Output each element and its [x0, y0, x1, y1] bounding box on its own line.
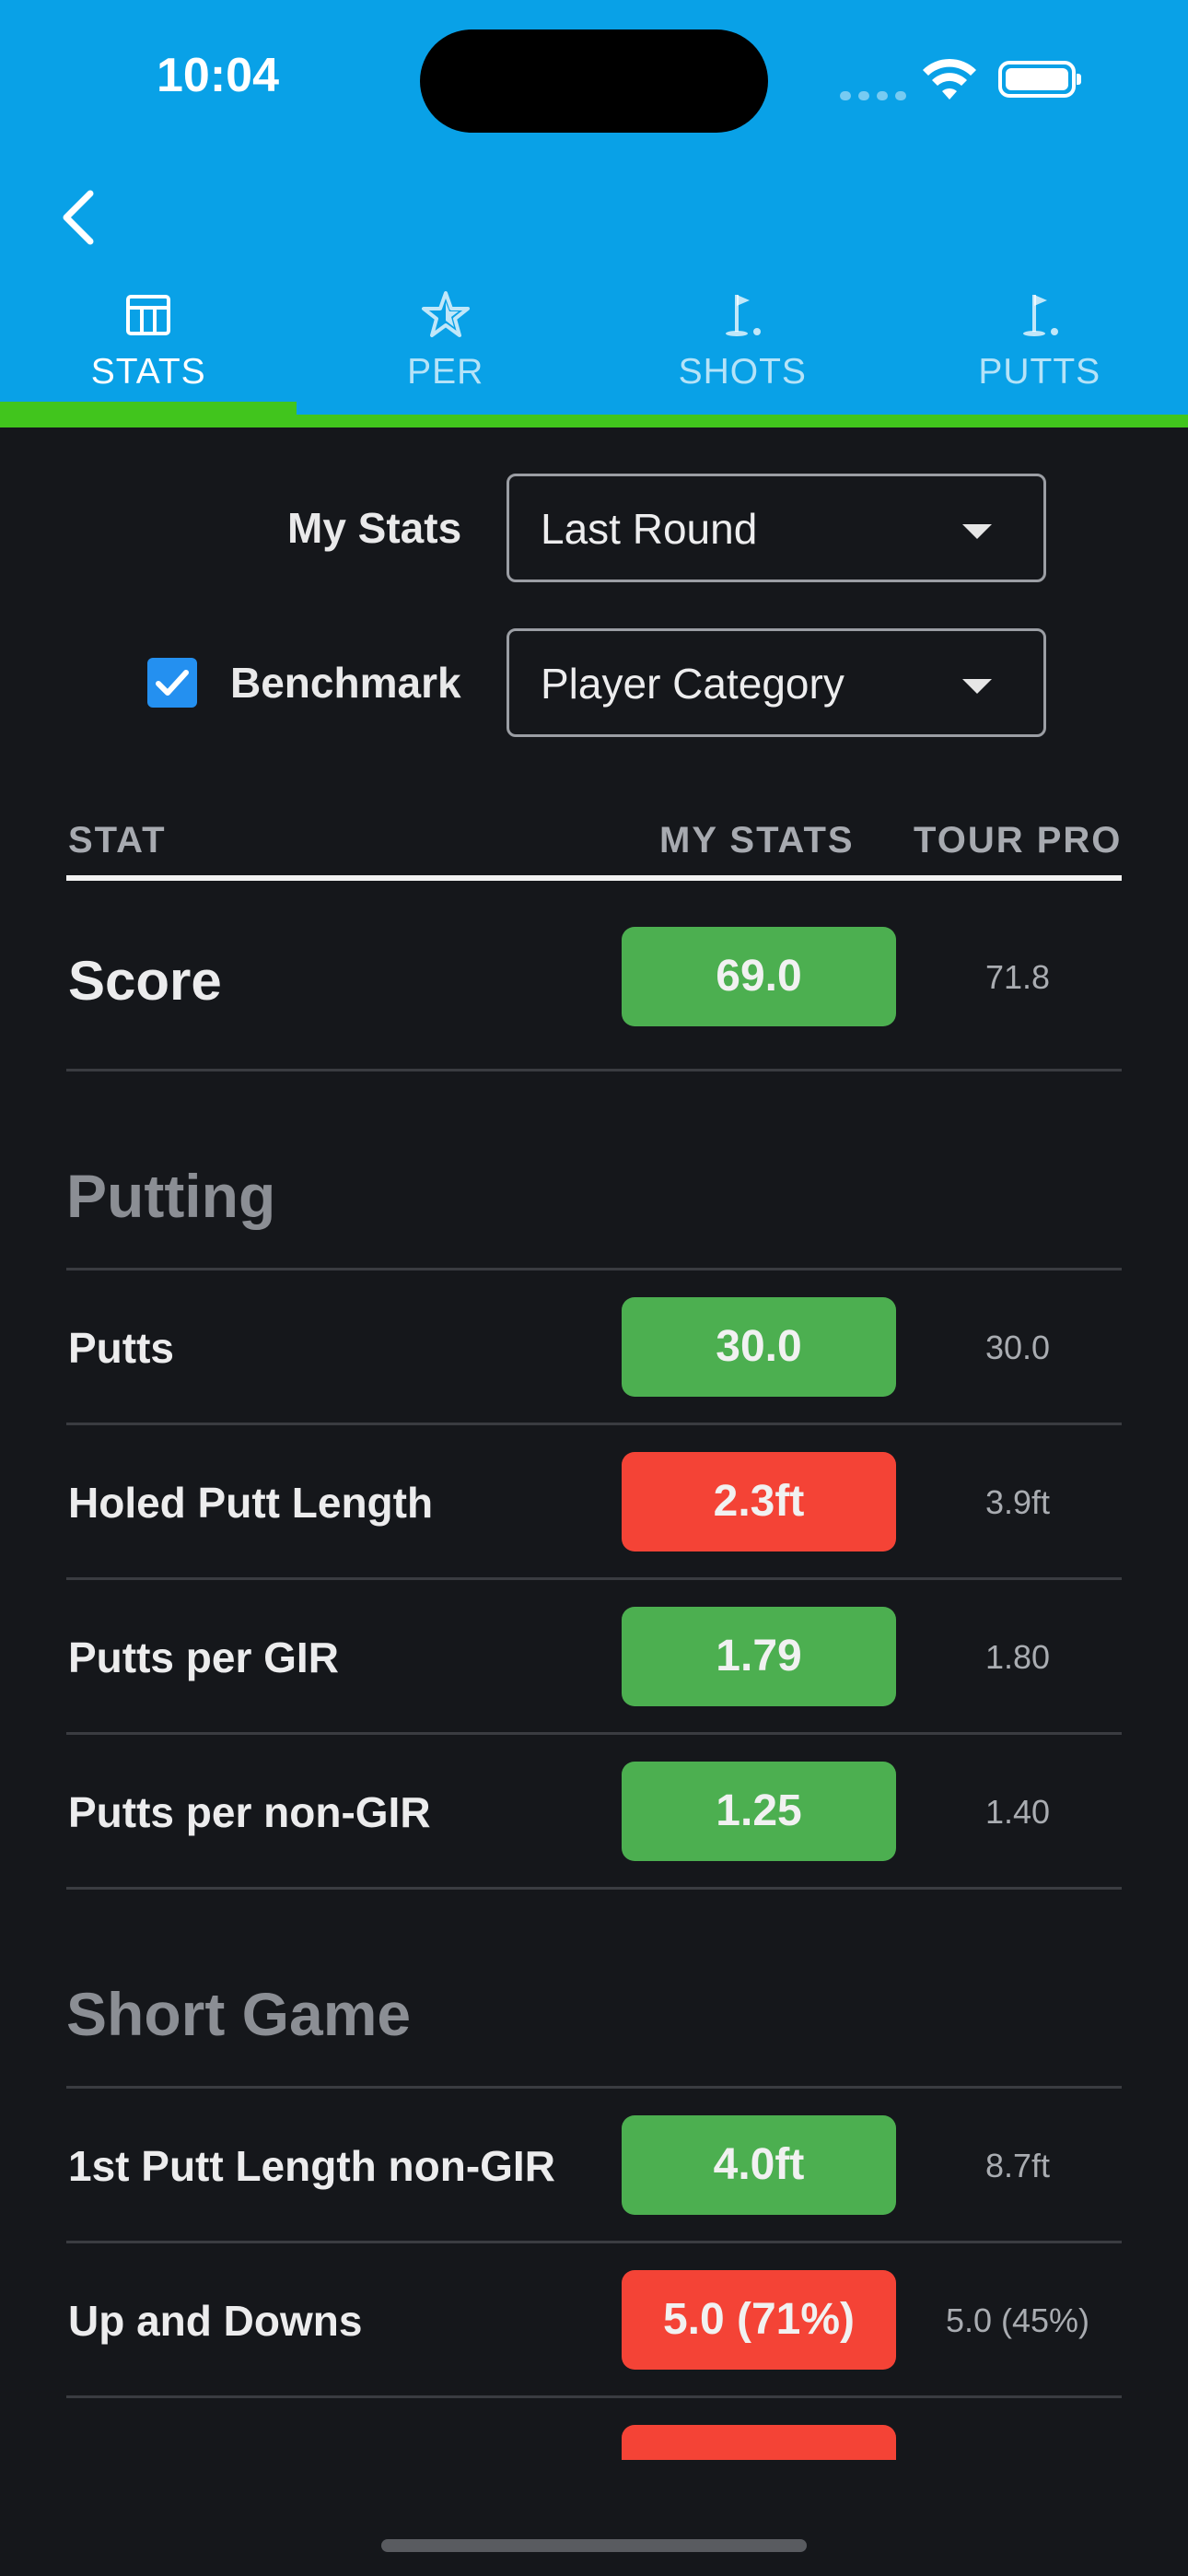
caret-down-icon [962, 679, 992, 694]
row-divider [66, 2241, 1122, 2243]
stat-label: Putts per non-GIR [68, 1788, 431, 1836]
row-divider [66, 1887, 1122, 1890]
row-divider [66, 1423, 1122, 1425]
benchmark-dropdown[interactable]: Player Category [507, 628, 1046, 737]
benchmark-checkbox[interactable] [147, 658, 197, 708]
stat-tour-value: 1.40 [984, 1793, 1051, 1831]
stat-tour-value: 1.80 [984, 1638, 1051, 1676]
score-my-stat: 69.0 [622, 927, 896, 1026]
my-stats-label: My Stats [287, 504, 462, 552]
stat-tour-value: 8.7ft [984, 2147, 1051, 2184]
row-divider [66, 2086, 1122, 2089]
stat-my-value: 30.0 [622, 1297, 896, 1397]
row-divider [66, 1577, 1122, 1580]
score-label: Score [68, 950, 222, 1012]
score-tour-pro: 71.8 [984, 958, 1051, 996]
section-title-short-game: Short Game [66, 1980, 412, 2048]
row-divider [66, 1069, 1122, 1071]
row-divider [66, 1732, 1122, 1735]
stat-my-value: 5.0 (71%) [622, 2270, 896, 2370]
stat-my-value-partial [622, 2425, 896, 2460]
caret-down-icon [962, 524, 992, 539]
stat-my-value: 1.25 [622, 1762, 896, 1861]
row-divider [66, 1268, 1122, 1270]
stat-tour-value: 3.9ft [984, 1483, 1051, 1521]
stat-my-value: 1.79 [622, 1607, 896, 1706]
column-header-stat: STAT [68, 820, 167, 861]
stat-my-value: 4.0ft [622, 2115, 896, 2215]
stat-label: Putts per GIR [68, 1633, 339, 1681]
stat-tour-value: 5.0 (45%) [945, 2301, 1090, 2339]
stat-label: Up and Downs [68, 2297, 363, 2345]
home-indicator[interactable] [381, 2539, 807, 2552]
stat-tour-value: 30.0 [984, 1329, 1051, 1366]
my-stats-dropdown[interactable]: Last Round [507, 474, 1046, 582]
content-scroll[interactable]: My Stats Last Round Benchmark Player Cat… [0, 0, 1188, 2460]
column-header-tour-pro: TOUR PRO [914, 820, 1123, 861]
benchmark-value: Player Category [541, 660, 844, 708]
my-stats-value: Last Round [541, 505, 758, 553]
checkmark-icon [156, 670, 189, 696]
section-title-putting: Putting [66, 1162, 276, 1230]
row-divider [66, 2395, 1122, 2398]
stat-label: Holed Putt Length [68, 1479, 434, 1527]
column-header-my-stats: MY STATS [659, 820, 855, 861]
stat-label: 1st Putt Length non-GIR [68, 2142, 555, 2190]
stat-my-value: 2.3ft [622, 1452, 896, 1551]
header-divider [66, 875, 1122, 881]
benchmark-label: Benchmark [230, 659, 461, 707]
stat-label: Putts [68, 1324, 174, 1372]
